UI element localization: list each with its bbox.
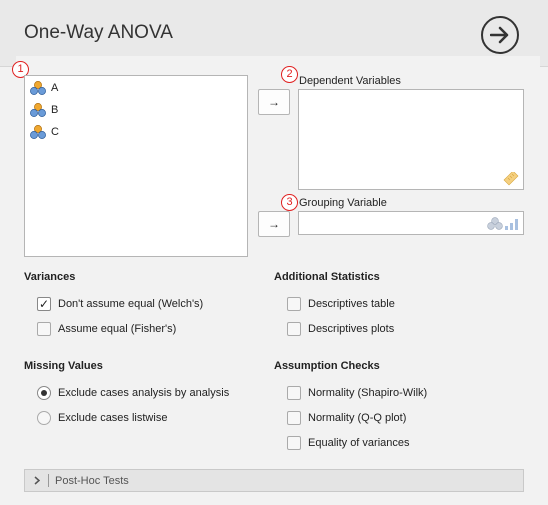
dependent-variables-box[interactable] [298,89,524,190]
nominal-variable-icon [30,103,46,117]
list-item[interactable]: B [25,99,247,121]
checkbox-label: Normality (Q-Q plot) [308,412,407,424]
chevron-right-icon [34,476,44,485]
assumption-checks-title: Assumption Checks [274,360,380,372]
checkbox-box[interactable] [287,436,301,450]
scale-variable-icon [503,172,519,186]
move-to-dependent-button[interactable]: → [258,89,290,115]
nominal-variable-icon [30,81,46,95]
grouping-variable-box[interactable] [298,211,524,235]
additional-statistics-title: Additional Statistics [274,271,380,283]
marker-3: 3 [281,194,298,211]
equality-of-variances-checkbox[interactable]: Equality of variances [287,436,410,450]
marker-2: 2 [281,66,298,83]
source-variable-list[interactable]: A B C [24,75,248,257]
checkbox-box[interactable] [287,411,301,425]
checkbox-label: Descriptives table [308,298,395,310]
qq-plot-checkbox[interactable]: Normality (Q-Q plot) [287,411,406,425]
variable-label: A [51,82,59,94]
variances-title: Variances [24,271,76,283]
arrow-right-circle-icon [490,26,509,44]
variable-label: B [51,104,59,116]
grouping-variable-label: Grouping Variable [299,197,387,209]
post-hoc-tests-collapsible[interactable]: Post-Hoc Tests [24,469,524,492]
checkbox-box[interactable] [287,297,301,311]
fisher-checkbox[interactable]: Assume equal (Fisher's) [37,322,176,336]
ordinal-variable-icon [505,219,518,230]
shapiro-wilk-checkbox[interactable]: Normality (Shapiro-Wilk) [287,386,427,400]
checkbox-box[interactable] [287,322,301,336]
radio-label: Exclude cases analysis by analysis [58,387,230,399]
radio-label: Exclude cases listwise [58,412,168,424]
checkbox-box[interactable] [287,386,301,400]
nominal-variable-icon [30,125,46,139]
variable-label: C [51,126,59,138]
checkbox-label: Equality of variances [308,437,410,449]
list-item[interactable]: A [25,77,247,99]
check-icon: ✓ [39,297,50,311]
page-title: One-Way ANOVA [24,22,173,43]
descriptives-table-checkbox[interactable]: Descriptives table [287,297,395,311]
divider [48,474,49,487]
move-to-grouping-button[interactable]: → [258,211,290,237]
welch-checkbox[interactable]: ✓ Don't assume equal (Welch's) [37,297,203,311]
checkbox-label: Descriptives plots [308,323,395,335]
checkbox-label: Don't assume equal (Welch's) [58,298,204,310]
exclude-listwise-radio[interactable]: Exclude cases listwise [37,411,167,425]
checkbox-box[interactable]: ✓ [37,297,51,311]
radio-button[interactable] [37,386,51,400]
descriptives-plots-checkbox[interactable]: Descriptives plots [287,322,394,336]
run-analysis-button[interactable] [481,16,519,54]
checkbox-box[interactable] [37,322,51,336]
radio-button[interactable] [37,411,51,425]
post-hoc-tests-label: Post-Hoc Tests [55,474,129,487]
dependent-variables-label: Dependent Variables [299,75,401,87]
checkbox-label: Assume equal (Fisher's) [58,323,177,335]
list-item[interactable]: C [25,121,247,143]
exclude-analysis-radio[interactable]: Exclude cases analysis by analysis [37,386,229,400]
nominal-variable-icon [487,217,503,230]
missing-values-title: Missing Values [24,360,103,372]
checkbox-label: Normality (Shapiro-Wilk) [308,387,428,399]
radio-dot [41,390,47,396]
